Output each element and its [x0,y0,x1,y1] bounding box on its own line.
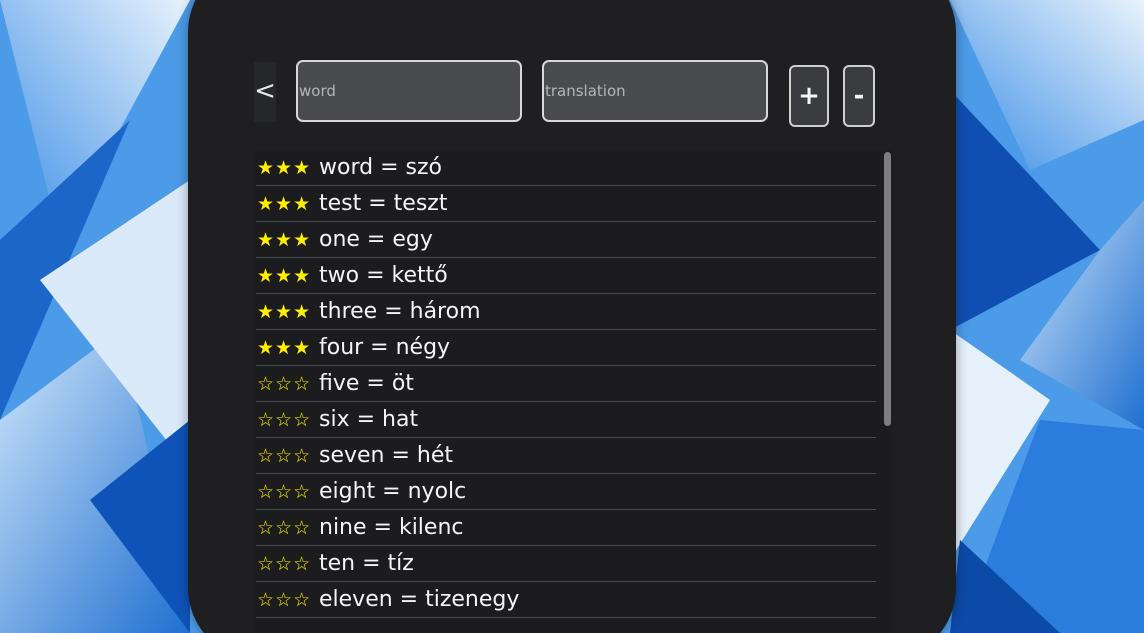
word-entry-text: four = négy [319,335,451,360]
word-list-item[interactable]: ★★★ four = négy [256,330,876,366]
word-entry-text: word = szó [319,155,442,180]
rating-stars-icon: ☆☆☆ [257,552,312,575]
rating-stars-icon: ★★★ [257,228,312,251]
word-list-item[interactable]: ☆☆☆ nine = kilenc [256,510,876,546]
word-entry-text: seven = hét [319,443,454,468]
rating-stars-icon: ☆☆☆ [257,480,312,503]
word-entry-text: one = egy [319,227,433,252]
word-list-item[interactable]: ☆☆☆ ten = tíz [256,546,876,582]
rating-stars-icon: ☆☆☆ [257,408,312,431]
word-entry-text: five = öt [319,371,414,396]
remove-word-button[interactable]: - [843,65,875,127]
word-list: ★★★ word = szó ★★★ test = teszt ★★★ one … [256,150,876,618]
word-list-item[interactable]: ★★★ two = kettő [256,258,876,294]
rating-stars-icon: ★★★ [257,336,312,359]
word-entry-text: three = három [319,299,481,324]
word-list-item[interactable]: ★★★ three = három [256,294,876,330]
word-list-item[interactable]: ★★★ one = egy [256,222,876,258]
add-word-button[interactable]: + [789,65,829,127]
word-list-item[interactable]: ☆☆☆ seven = hét [256,438,876,474]
rating-stars-icon: ☆☆☆ [257,516,312,539]
word-entry-text: two = kettő [319,263,448,288]
word-list-item[interactable]: ☆☆☆ five = öt [256,366,876,402]
word-entry-text: six = hat [319,407,419,432]
word-list-item[interactable]: ★★★ test = teszt [256,186,876,222]
rating-stars-icon: ★★★ [257,156,312,179]
rating-stars-icon: ★★★ [257,300,312,323]
rating-stars-icon: ☆☆☆ [257,372,312,395]
word-list-item[interactable]: ☆☆☆ eight = nyolc [256,474,876,510]
word-list-item[interactable]: ☆☆☆ six = hat [256,402,876,438]
rating-stars-icon: ★★★ [257,264,312,287]
word-entry-text: test = teszt [319,191,448,216]
rating-stars-icon: ☆☆☆ [257,444,312,467]
back-button[interactable]: < [254,62,276,122]
word-entry-text: eight = nyolc [319,479,467,504]
word-list-container[interactable]: ★★★ word = szó ★★★ test = teszt ★★★ one … [254,150,892,633]
translation-input[interactable] [542,60,768,122]
word-list-item[interactable]: ☆☆☆ eleven = tizenegy [256,582,876,618]
word-entry-text: nine = kilenc [319,515,464,540]
rating-stars-icon: ☆☆☆ [257,588,312,611]
list-scrollbar[interactable] [884,152,891,426]
word-input[interactable] [296,60,522,122]
word-list-item[interactable]: ★★★ word = szó [256,150,876,186]
word-entry-text: ten = tíz [319,551,414,576]
rating-stars-icon: ★★★ [257,192,312,215]
word-entry-text: eleven = tizenegy [319,587,520,612]
